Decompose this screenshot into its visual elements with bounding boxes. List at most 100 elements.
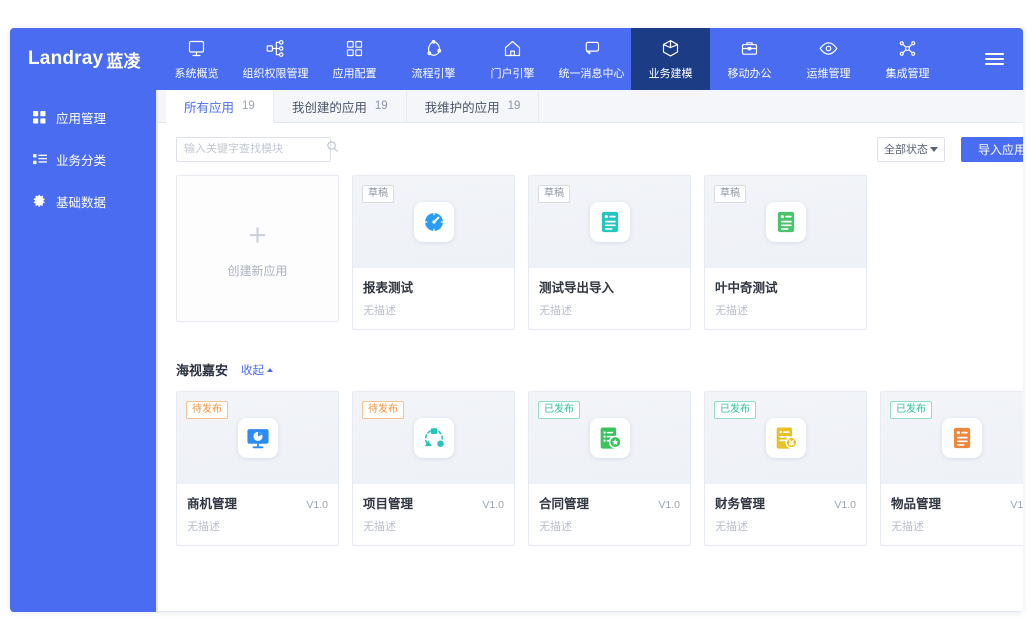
tab-count: 19 [374, 100, 388, 112]
search-input[interactable] [184, 143, 326, 155]
ungrouped-app-grid: + 创建新应用 草稿 报表测试 无描述 草稿 测试导出导入 无描述 草稿 叶中奇测试 无描述 [176, 175, 1023, 330]
home-icon [502, 38, 523, 60]
tab-bar: 所有应用 19 我创建的应用 19 我维护的应用 19 [158, 90, 1023, 123]
nav-item-4[interactable]: 流程引擎 [394, 28, 473, 90]
nav-item-9[interactable]: 运维管理 [789, 28, 868, 90]
eye-icon [818, 38, 839, 60]
nav-item-label: 集成管理 [885, 67, 930, 80]
app-title: 物品管理 [891, 497, 942, 511]
message-icon [581, 38, 602, 60]
status-badge: 待发布 [186, 401, 228, 419]
group-toggle-label: 收起 [241, 364, 265, 377]
org-tree-icon [265, 38, 286, 60]
search-box[interactable] [176, 136, 338, 162]
app-thumbnail: 已发布 [529, 392, 690, 484]
cards-area: + 创建新应用 草稿 报表测试 无描述 草稿 测试导出导入 无描述 草稿 叶中奇测试 无描述 海视嘉… [158, 175, 1023, 611]
app-description: 无描述 [715, 305, 748, 317]
list-icon [32, 153, 47, 166]
app-title: 项目管理 [363, 497, 414, 511]
tab-label: 我创建的应用 [291, 100, 367, 115]
sidebar: 应用管理业务分类 基础数据 [10, 90, 157, 612]
nav-item-5[interactable]: 门户引擎 [473, 28, 552, 90]
finance-yuan-icon [765, 418, 806, 458]
app-thumbnail: 草稿 [353, 176, 514, 268]
blocks-icon [32, 110, 47, 124]
app-card[interactable]: 草稿 叶中奇测试 无描述 [704, 175, 867, 330]
app-title: 合同管理 [539, 497, 590, 511]
search-icon[interactable] [326, 140, 339, 158]
nav-item-3[interactable]: 应用配置 [315, 28, 394, 90]
app-thumbnail: 已发布 [881, 392, 1023, 484]
app-thumbnail: 已发布 [705, 392, 866, 484]
top-navigation-bar: Landray 蓝凌 系统概览 组织权限管理 应用配置 流程引擎 门户引擎 统一消息中心 业… [10, 28, 1023, 90]
nav-item-8[interactable]: 移动办公 [710, 28, 789, 90]
app-description: 无描述 [363, 521, 396, 533]
toolbar: 全部状态 导入应用 [158, 123, 1023, 175]
sidebar-item-3[interactable]: 基础数据 [10, 180, 156, 222]
nav-item-2[interactable]: 组织权限管理 [236, 28, 315, 90]
nav-item-label: 流程引擎 [411, 67, 456, 80]
status-badge: 草稿 [538, 185, 570, 203]
app-card[interactable]: 待发布 商机管理 V1.0 无描述 [176, 391, 339, 546]
group-name: 海视嘉安 [176, 363, 229, 378]
tab-3[interactable]: 我维护的应用 19 [407, 90, 540, 122]
app-thumbnail: 待发布 [177, 392, 338, 484]
app-card[interactable]: 已发布 合同管理 V1.0 无描述 [528, 391, 691, 546]
app-description: 无描述 [539, 521, 572, 533]
app-description: 无描述 [891, 521, 924, 533]
tab-count: 19 [242, 100, 255, 112]
app-card[interactable]: 草稿 报表测试 无描述 [352, 175, 515, 330]
nav-item-label: 移动办公 [727, 67, 772, 80]
top-nav-items: 系统概览 组织权限管理 应用配置 流程引擎 门户引擎 统一消息中心 业务建模 移动办公 运维管理… [157, 28, 965, 90]
nav-item-6[interactable]: 统一消息中心 [552, 28, 631, 90]
app-description: 无描述 [715, 521, 748, 533]
create-new-app-label: 创建新应用 [227, 263, 288, 278]
nodes-icon [897, 38, 918, 60]
app-version: V1.0 [834, 499, 856, 511]
monitor-chart-icon [237, 418, 278, 458]
create-new-app-card[interactable]: + 创建新应用 [176, 175, 339, 322]
tab-label: 我维护的应用 [424, 100, 500, 115]
status-badge: 已发布 [890, 401, 932, 419]
group-collapse-toggle[interactable]: 收起 [241, 362, 274, 378]
app-card-footer: 财务管理 V1.0 无描述 [705, 484, 866, 545]
tab-count: 19 [507, 100, 521, 112]
tab-2[interactable]: 我创建的应用 19 [274, 90, 407, 122]
sidebar-item-2[interactable]: 业务分类 [10, 138, 156, 180]
briefcase-icon [739, 38, 760, 60]
import-app-button[interactable]: 导入应用 [961, 136, 1023, 162]
tab-1[interactable]: 所有应用 19 [166, 90, 274, 123]
monitor-icon [186, 38, 207, 60]
app-card[interactable]: 草稿测试导出导入 无描述 [528, 175, 691, 330]
document-icon [765, 202, 806, 242]
app-card[interactable]: 待发布项目管理 V1.0 无描述 [352, 391, 515, 546]
app-title: 商机管理 [187, 497, 238, 511]
grid-squares-icon [344, 38, 365, 60]
app-card-footer: 项目管理 V1.0 无描述 [353, 484, 514, 545]
app-version: V1.0 [482, 499, 504, 511]
nav-item-label: 系统概览 [174, 67, 219, 80]
nav-item-1[interactable]: 系统概览 [157, 28, 236, 90]
app-card-footer: 报表测试 无描述 [353, 268, 514, 329]
item-doc-icon [941, 418, 982, 458]
app-card-footer: 物品管理 V1.0 无描述 [881, 484, 1023, 545]
app-card-footer: 测试导出导入 无描述 [529, 268, 690, 329]
app-title: 测试导出导入 [539, 281, 615, 295]
brand-logo[interactable]: Landray 蓝凌 [10, 28, 157, 90]
app-card[interactable]: 已发布 财务管理 V1.0 无描述 [704, 391, 867, 546]
status-badge: 待发布 [362, 401, 404, 419]
nav-item-label: 组织权限管理 [242, 67, 309, 80]
brand-name: Landray [28, 48, 104, 69]
sidebar-item-1[interactable]: 应用管理 [10, 96, 156, 138]
nav-item-7[interactable]: 业务建模 [631, 28, 710, 90]
status-filter-select[interactable]: 全部状态 [877, 136, 945, 162]
nav-item-label: 运维管理 [806, 67, 851, 80]
app-title: 报表测试 [363, 281, 414, 295]
sidebar-item-label: 应用管理 [56, 111, 107, 126]
nav-item-label: 应用配置 [332, 67, 377, 80]
app-card[interactable]: 已发布物品管理 V1.0 无描述 [880, 391, 1023, 546]
hamburger-icon[interactable] [965, 28, 1023, 90]
nav-item-10[interactable]: 集成管理 [868, 28, 947, 90]
plus-icon: + [248, 216, 267, 252]
brand-name-cn: 蓝凌 [106, 51, 141, 71]
